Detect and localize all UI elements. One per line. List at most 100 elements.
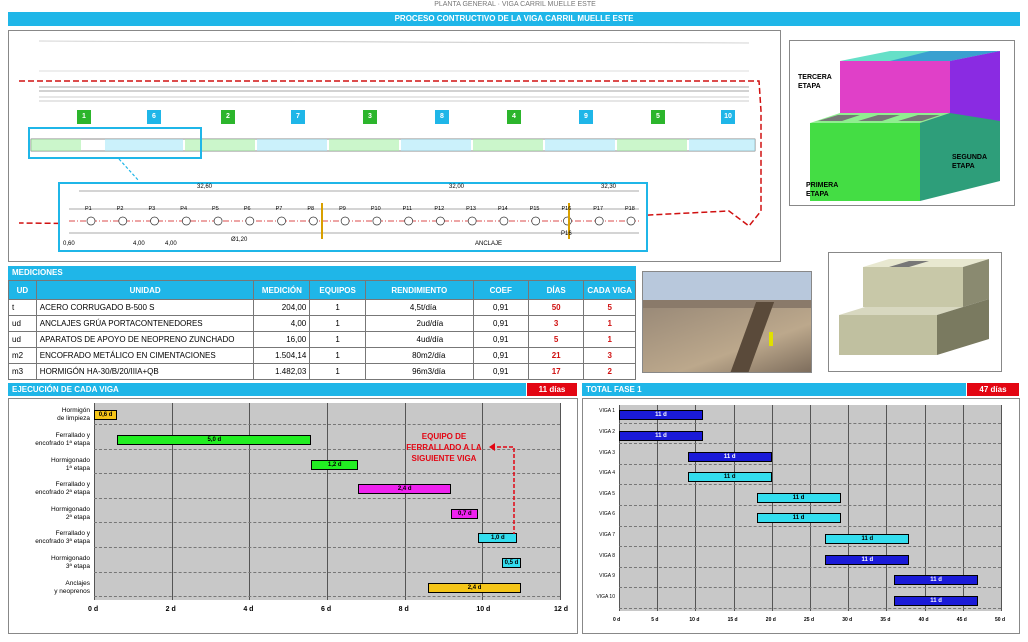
table-cell: 1	[309, 331, 366, 348]
pile-label: P4	[180, 206, 188, 212]
col-cada-viga: CADA VIGA	[583, 280, 636, 300]
gantt-bar: 11 d	[825, 533, 910, 544]
note-arrow	[489, 443, 515, 534]
ejecucion-title: EJECUCIÓN DE CADA VIGA	[8, 383, 526, 396]
segment-box-6: 6	[147, 110, 161, 124]
table-cell: m3	[8, 363, 37, 380]
pile-label: P12	[434, 206, 445, 212]
task-label: VIGA 10	[596, 593, 615, 600]
row-dashline	[619, 525, 1001, 527]
tick-label: 6 d	[321, 606, 332, 613]
table-cell: 0,91	[472, 347, 529, 364]
fase-title: TOTAL FASE 1	[582, 383, 966, 396]
dim-top-2: 32,00	[449, 184, 465, 190]
pile-circle	[340, 216, 350, 226]
pile-circle	[467, 216, 477, 226]
table-cell: 0,91	[472, 299, 529, 316]
segment-box-3: 3	[363, 110, 377, 124]
table-cell: 16,00	[253, 331, 311, 348]
rend-value: 4	[416, 335, 421, 344]
pile-circle	[245, 216, 255, 226]
row-dashline	[94, 423, 560, 425]
col-equipos: EQUIPOS	[309, 280, 366, 300]
gantt-bar: 11 d	[894, 575, 979, 586]
stage-segunda-label: SEGUNDA ETAPA	[952, 154, 988, 170]
pile-circle	[150, 216, 159, 226]
rend-value: 2	[416, 319, 421, 328]
dim-bottom-2: 4,00	[133, 241, 145, 247]
table-cell: 21	[527, 347, 585, 364]
pile-circle	[436, 216, 445, 226]
col-unidad: UNIDAD	[35, 280, 255, 300]
document-header: PLANTA GENERAL · VIGA CARRIL MUELLE ESTE	[434, 1, 596, 8]
table-cell: 5	[583, 299, 636, 316]
pile-label: P18	[625, 206, 635, 212]
pile-circle	[277, 216, 286, 226]
pile-circle	[86, 216, 96, 226]
pile-circle	[213, 216, 223, 226]
table-cell: 5	[527, 331, 585, 348]
segment-box-9: 9	[579, 110, 593, 124]
task-label: VIGA 5	[599, 490, 615, 497]
table-cell: 204,00	[253, 299, 311, 316]
tick-label: 8 d	[398, 606, 409, 613]
tick-label: 0 d	[613, 617, 621, 623]
rend-value: 80	[412, 351, 421, 360]
row-dashline	[619, 484, 1001, 486]
segment-box-5: 5	[651, 110, 665, 124]
row-dashline	[619, 422, 1001, 424]
table-cell: 1	[309, 363, 366, 380]
gridline	[327, 403, 328, 600]
table-cell: t	[8, 299, 37, 316]
table-cell: 1	[583, 331, 636, 348]
task-label: Anclajes y neoprenos	[54, 579, 90, 595]
row-dashline	[619, 504, 1001, 506]
segment-box-4: 4	[507, 110, 521, 124]
gridline	[94, 403, 95, 600]
mediciones-header-row: UD UNIDAD MEDICIÓN EQUIPOS RENDIMIENTO C…	[8, 280, 636, 300]
pile-label: P14	[497, 206, 508, 212]
task-label: VIGA 6	[599, 511, 615, 518]
segment-box-10: 10	[721, 110, 735, 124]
pile-circle	[404, 216, 413, 226]
task-label: Ferrallado y encofrado 2ª etapa	[35, 481, 90, 497]
table-row: ud ANCLAJES GRÚA PORTACONTENEDORES 4,00 1 2u…	[8, 315, 636, 332]
table-cell: 3	[583, 347, 636, 364]
row-dashline	[94, 571, 560, 573]
gantt-bar: 11 d	[756, 492, 841, 503]
pile-label: P1	[85, 206, 92, 212]
table-cell: 4,5t/día	[365, 299, 474, 316]
gantt-bar: 1,2 d	[311, 459, 359, 470]
gantt-bar: 0,7 d	[451, 508, 479, 519]
tick-label: 20 d	[765, 617, 776, 623]
ejecucion-chart-panel: 0,6 d 5,0 d 1,2 d 2,4 d 0,7 d 1,0 d 0,5 d 2,4 d…	[8, 398, 578, 634]
table-cell: ud	[8, 331, 37, 348]
col-coef: COEF	[472, 280, 529, 300]
gantt-bar: 11 d	[619, 430, 704, 441]
tick-label: 50 d	[995, 617, 1006, 623]
tick-label: 25 d	[804, 617, 815, 623]
fase-chart-panel: 11 d 11 d 11 d 11 d 11 d 11 d 11 d 11 d 11 d 11 d…	[582, 398, 1020, 634]
pile-circle	[181, 216, 191, 226]
gantt-bar: 11 d	[687, 472, 772, 483]
table-cell: 1	[309, 299, 366, 316]
task-label: Ferrallado y encofrado 1ª etapa	[35, 431, 90, 447]
table-row: ud APARATOS DE APOYO DE NEOPRENO ZUNCHADO…	[8, 331, 636, 348]
gridline	[848, 405, 850, 611]
col-medicion: MEDICIÓN	[253, 280, 311, 300]
segment-box-7: 7	[291, 110, 305, 124]
task-label: VIGA 2	[599, 428, 615, 435]
tick-label: 30 d	[842, 617, 853, 623]
stage-tercera-label: TERCERA ETAPA	[798, 74, 832, 90]
pile-label: P2	[116, 206, 124, 212]
fase-gantt-area: 11 d 11 d 11 d 11 d 11 d 11 d 11 d 11 d 11 d 11 d	[619, 405, 1002, 611]
rend-unit: ud/día	[421, 335, 444, 344]
gantt-bar: 11 d	[756, 513, 841, 524]
segment-box-1: 1	[77, 110, 91, 124]
plan-panel: 1 6 2 7 3 8 4 9 5 10 P1 P2 P3 P4 P5 P6 P7 P8 P9 P10 P11 P12 P…	[8, 30, 781, 262]
table-cell: ACERO CORRUGADO B-500 S	[35, 299, 255, 316]
table-cell: ud	[8, 315, 37, 332]
table-cell: ANCLAJES GRÚA PORTACONTENEDORES	[35, 315, 255, 332]
gantt-bar: 2,4 d	[358, 484, 452, 495]
stage-primera-label: PRIMERA ETAPA	[806, 182, 839, 198]
